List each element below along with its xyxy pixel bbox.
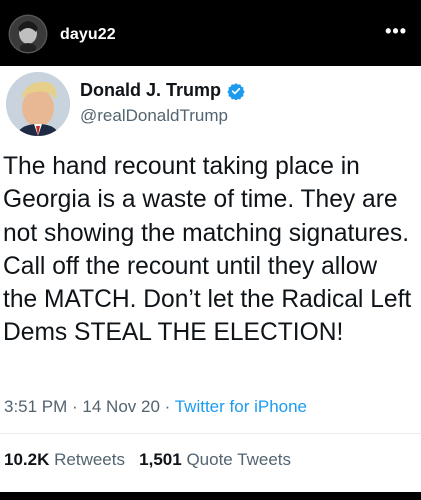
instagram-username[interactable]: dayu22 xyxy=(60,26,116,44)
display-name-text: Donald J. Trump xyxy=(80,80,222,100)
tweet-screenshot: Donald J. Trump @realDonaldTrump The han… xyxy=(0,66,421,492)
verified-badge-icon xyxy=(227,82,245,100)
more-horizontal-icon[interactable]: ••• xyxy=(385,22,407,40)
quote-tweets-count: 1,501 xyxy=(139,450,182,469)
retweets-label: Retweets xyxy=(54,450,125,469)
tweet-date: 14 Nov 20 xyxy=(82,397,160,416)
tweet-display-name: Donald J. Trump xyxy=(80,80,245,101)
tweet-metadata: 3:51 PM · 14 Nov 20 · Twitter for iPhone xyxy=(4,397,307,417)
tweet-text: The hand recount taking place in Georgia… xyxy=(3,153,412,347)
separator: · xyxy=(159,397,175,416)
profile-picture-icon xyxy=(10,16,46,52)
tweet-time: 3:51 PM xyxy=(4,397,68,416)
bottom-edge xyxy=(0,492,421,500)
separator: · xyxy=(67,397,83,416)
tweet-source: Twitter for iPhone xyxy=(174,397,308,416)
retweets-count: 10.2K xyxy=(4,450,50,469)
tweet-handle: @realDonaldTrump xyxy=(80,106,228,125)
avatar[interactable] xyxy=(10,16,46,52)
tweet-stats: 10.2K Retweets 1,501 Quote Tweets xyxy=(4,450,291,470)
instagram-post-header: dayu22 ••• xyxy=(0,0,421,68)
divider xyxy=(0,433,421,434)
tweet-author-avatar xyxy=(6,72,70,136)
portrait-icon xyxy=(6,72,70,136)
quote-tweets-label: Quote Tweets xyxy=(186,450,292,469)
